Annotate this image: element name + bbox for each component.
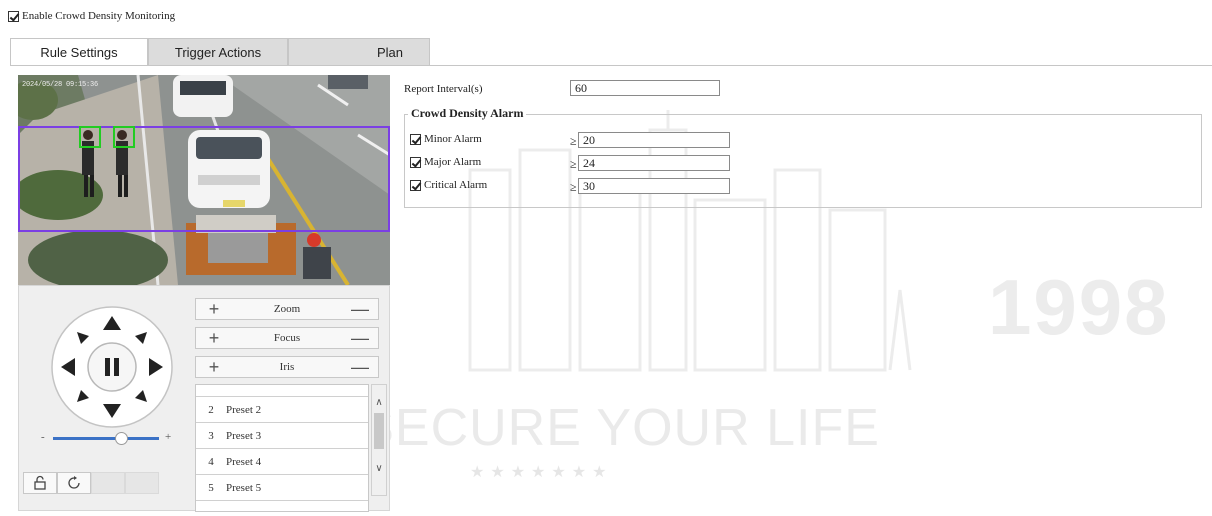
minor-alarm-row[interactable]: Minor Alarm: [410, 133, 482, 145]
disabled-button: [91, 472, 125, 494]
iris-open-button[interactable]: +: [196, 357, 232, 377]
rotate-360-button[interactable]: [57, 472, 91, 494]
enable-monitoring-row[interactable]: Enable Crowd Density Monitoring: [8, 10, 175, 22]
preset-number: 3: [208, 429, 214, 442]
crowd-density-alarm-title: Crowd Density Alarm: [408, 106, 527, 121]
tab-plan[interactable]: Plan: [288, 38, 430, 66]
lock-button[interactable]: [23, 472, 57, 494]
preset-number: 4: [208, 455, 214, 468]
ge-symbol: ≥: [570, 134, 577, 148]
pause-icon[interactable]: [105, 358, 110, 376]
tab-trigger-actions[interactable]: Trigger Actions: [148, 38, 288, 66]
major-alarm-label: Major Alarm: [424, 156, 482, 168]
focus-near-button[interactable]: +: [196, 328, 232, 348]
ptz-direction-pad[interactable]: [47, 302, 177, 432]
slider-thumb[interactable]: [115, 432, 128, 445]
tab-bar: Rule Settings Trigger Actions Plan: [10, 38, 430, 66]
ptz-toolbar: [23, 472, 159, 494]
preset-name: Preset 2: [226, 403, 262, 416]
minor-alarm-label: Minor Alarm: [424, 133, 482, 145]
list-item[interactable]: 3 Preset 3: [196, 423, 368, 449]
tab-rule-settings[interactable]: Rule Settings: [10, 38, 148, 66]
watermark-year: 1998: [988, 263, 1170, 351]
enable-monitoring-label: Enable Crowd Density Monitoring: [22, 10, 176, 22]
preset-number: 5: [208, 481, 214, 494]
speed-minus-label: -: [41, 431, 45, 443]
iris-label: Iris: [279, 361, 295, 373]
watermark-stars: ★★★★★★★: [470, 464, 613, 481]
report-interval-label: Report Interval(s): [404, 83, 483, 95]
preset-list: 2 Preset 2 3 Preset 3 4 Preset 4 5 Prese…: [195, 384, 369, 512]
preset-scrollbar[interactable]: ∧ ∨: [371, 384, 387, 496]
critical-alarm-checkbox[interactable]: [410, 179, 421, 191]
focus-far-button[interactable]: —: [342, 328, 378, 348]
rotate-360-icon: [68, 476, 80, 489]
major-alarm-threshold-input[interactable]: 24: [578, 155, 730, 171]
crowd-density-alarm-group: [404, 114, 1202, 208]
preset-name: Preset 4: [226, 455, 262, 468]
zoom-out-button[interactable]: —: [342, 299, 378, 319]
critical-alarm-row[interactable]: Critical Alarm: [410, 179, 487, 191]
zoom-in-button[interactable]: +: [196, 299, 232, 319]
live-video-view[interactable]: 2024/05/28 09:15:36: [18, 75, 390, 285]
critical-alarm-label: Critical Alarm: [424, 179, 488, 191]
report-interval-input[interactable]: 60: [570, 80, 720, 96]
ge-symbol: ≥: [570, 157, 577, 171]
critical-alarm-threshold-input[interactable]: 30: [578, 178, 730, 194]
focus-label: Focus: [273, 332, 301, 344]
ptz-control-panel: - + + Zoom — + Focus — + Iris — 2 Preset…: [18, 285, 390, 512]
preset-name: Preset 3: [226, 429, 262, 442]
list-item[interactable]: 4 Preset 4: [196, 449, 368, 475]
lock-icon: [34, 475, 46, 490]
minor-alarm-checkbox[interactable]: [410, 133, 421, 145]
tab-divider: [10, 65, 1212, 66]
focus-control: + Focus —: [195, 327, 379, 349]
major-alarm-checkbox[interactable]: [410, 156, 421, 168]
chevron-down-icon[interactable]: ∨: [373, 463, 385, 475]
zoom-label: Zoom: [273, 303, 301, 315]
disabled-button: [125, 472, 159, 494]
ptz-speed-slider[interactable]: - +: [41, 431, 181, 446]
ge-symbol: ≥: [570, 180, 577, 194]
zoom-control: + Zoom —: [195, 298, 379, 320]
slider-track: [53, 437, 159, 440]
list-item[interactable]: 5 Preset 5: [196, 475, 368, 501]
iris-control: + Iris —: [195, 356, 379, 378]
iris-close-button[interactable]: —: [342, 357, 378, 377]
list-item[interactable]: 2 Preset 2: [196, 397, 368, 423]
preset-number: 2: [208, 403, 214, 416]
preset-name: Preset 5: [226, 481, 262, 494]
minor-alarm-threshold-input[interactable]: 20: [578, 132, 730, 148]
chevron-up-icon[interactable]: ∧: [373, 397, 385, 409]
enable-monitoring-checkbox[interactable]: [8, 10, 19, 22]
speed-plus-label: +: [165, 431, 172, 443]
video-scene: [18, 75, 390, 285]
video-osd-timestamp: 2024/05/28 09:15:36: [22, 81, 99, 89]
scrollbar-thumb[interactable]: [374, 413, 384, 449]
major-alarm-row[interactable]: Major Alarm: [410, 156, 481, 168]
